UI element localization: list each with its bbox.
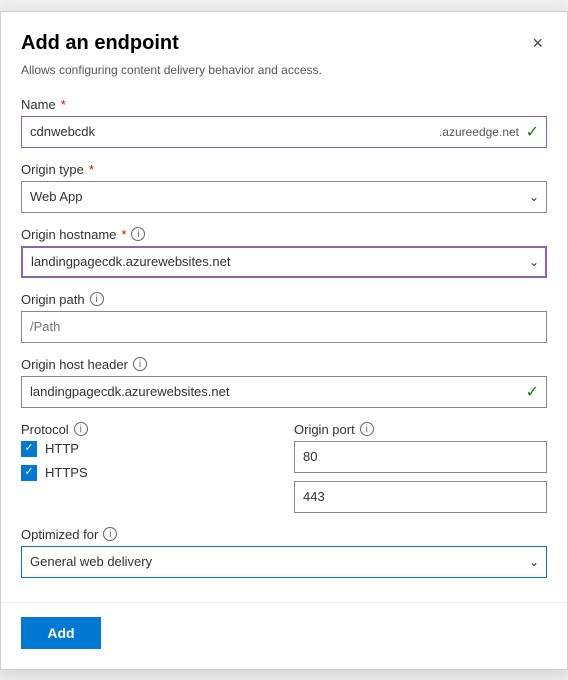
origin-hostname-dropdown-wrapper: landingpagecdk.azurewebsites.net ⌄ (21, 246, 547, 278)
dialog-header: Add an endpoint × (1, 12, 567, 63)
origin-path-input[interactable] (21, 311, 547, 343)
optimized-for-group: Optimized for i General web delivery Dyn… (21, 527, 547, 578)
origin-hostname-required: * (121, 227, 126, 242)
https-port-input[interactable] (294, 481, 547, 513)
origin-path-label: Origin path i (21, 292, 547, 307)
origin-host-header-input[interactable] (21, 376, 547, 408)
optimized-for-label: Optimized for i (21, 527, 547, 542)
https-label: HTTPS (45, 465, 88, 480)
http-checkbox[interactable]: ✓ (21, 441, 37, 457)
origin-host-header-check-icon: ✓ (526, 382, 539, 402)
optimized-for-select[interactable]: General web delivery Dynamic site accele… (21, 546, 547, 578)
protocol-info-icon[interactable]: i (74, 422, 88, 436)
http-label: HTTP (45, 441, 79, 456)
name-group: Name * .azureedge.net ✓ (21, 97, 547, 148)
origin-port-info-icon[interactable]: i (360, 422, 374, 436)
port-inputs (294, 441, 547, 513)
origin-port-label: Origin port i (294, 422, 547, 437)
http-checkmark: ✓ (24, 443, 33, 454)
https-checkmark: ✓ (24, 467, 33, 478)
origin-host-header-group: Origin host header i ✓ (21, 357, 547, 408)
origin-type-dropdown-wrapper: Web App Storage Cloud service Custom ori… (21, 181, 547, 213)
dialog-body: Name * .azureedge.net ✓ Origin type * We… (1, 87, 567, 602)
origin-host-header-info-icon[interactable]: i (133, 357, 147, 371)
add-button[interactable]: Add (21, 617, 101, 649)
protocol-label: Protocol i (21, 422, 274, 437)
name-input[interactable] (21, 116, 547, 148)
origin-type-select[interactable]: Web App Storage Cloud service Custom ori… (21, 181, 547, 213)
origin-hostname-info-icon[interactable]: i (131, 227, 145, 241)
protocol-col: Protocol i ✓ HTTP ✓ HTTPS (21, 422, 274, 513)
optimized-for-info-icon[interactable]: i (103, 527, 117, 541)
origin-host-header-label: Origin host header i (21, 357, 547, 372)
add-endpoint-dialog: Add an endpoint × Allows configuring con… (0, 11, 568, 670)
origin-type-group: Origin type * Web App Storage Cloud serv… (21, 162, 547, 213)
https-checkbox[interactable]: ✓ (21, 465, 37, 481)
origin-hostname-group: Origin hostname * i landingpagecdk.azure… (21, 227, 547, 278)
dialog-title: Add an endpoint (21, 32, 179, 55)
name-input-wrapper: .azureedge.net ✓ (21, 116, 547, 148)
origin-path-group: Origin path i (21, 292, 547, 343)
protocol-group: ✓ HTTP ✓ HTTPS (21, 441, 274, 481)
http-row: ✓ HTTP (21, 441, 274, 457)
protocol-port-row: Protocol i ✓ HTTP ✓ HTTPS (21, 422, 547, 513)
origin-hostname-select[interactable]: landingpagecdk.azurewebsites.net (21, 246, 547, 278)
https-row: ✓ HTTPS (21, 465, 274, 481)
origin-type-required: * (89, 162, 94, 177)
origin-hostname-label: Origin hostname * i (21, 227, 547, 242)
http-port-input[interactable] (294, 441, 547, 473)
optimized-for-dropdown-wrapper: General web delivery Dynamic site accele… (21, 546, 547, 578)
origin-host-header-wrapper: ✓ (21, 376, 547, 408)
name-required: * (61, 97, 66, 112)
dialog-subtitle: Allows configuring content delivery beha… (1, 63, 567, 87)
origin-type-label: Origin type * (21, 162, 547, 177)
origin-path-info-icon[interactable]: i (90, 292, 104, 306)
dialog-footer: Add (1, 602, 567, 669)
close-button[interactable]: × (528, 32, 547, 54)
name-label: Name * (21, 97, 547, 112)
origin-port-col: Origin port i (294, 422, 547, 513)
